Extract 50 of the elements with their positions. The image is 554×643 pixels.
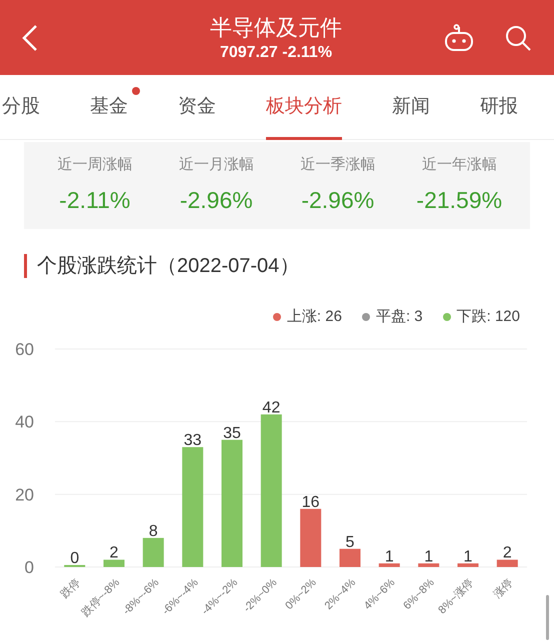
bar-value-label: 2: [502, 544, 512, 562]
return-value: -2.11%: [59, 186, 130, 214]
bar-value-label: 42: [262, 399, 280, 416]
bar-value-label: 1: [464, 548, 472, 566]
scrollbar: [546, 595, 549, 640]
bar-value-label: 16: [302, 494, 320, 511]
return-value: -2.96%: [301, 186, 374, 214]
bar: [104, 560, 124, 567]
bar: [378, 563, 400, 567]
return-label: 近一周涨幅: [57, 155, 132, 175]
tab[interactable]: 分股: [2, 74, 40, 140]
legend-label: 下跌: 120: [456, 306, 520, 327]
bar-value-label: 1: [384, 548, 394, 566]
tab[interactable]: 基金: [90, 74, 128, 140]
bar: [300, 508, 322, 567]
bar: [458, 563, 478, 567]
y-tick-label: 40: [15, 412, 34, 432]
robot-icon[interactable]: [444, 24, 474, 52]
bar-value-label: 1: [424, 548, 434, 566]
section-title: 个股涨跌统计（2022-07-04）: [37, 254, 300, 279]
bar: [496, 560, 518, 567]
bar: [142, 538, 164, 567]
section-marker: [24, 254, 27, 278]
legend-label: 上涨: 26: [286, 306, 342, 327]
tab[interactable]: 资金: [178, 74, 216, 140]
x-category-label: 涨停: [491, 576, 516, 601]
back-icon[interactable]: [22, 24, 38, 52]
return-value: -21.59%: [416, 186, 502, 214]
x-category-label: 跌停: [58, 576, 83, 601]
return-label: 近一月涨幅: [178, 155, 254, 175]
search-icon[interactable]: [504, 24, 532, 52]
return-label: 近一年涨幅: [422, 155, 497, 175]
index-quote: 7097.27 -2.11%: [220, 42, 332, 62]
bar-value-label: 35: [223, 424, 241, 442]
bar-value-label: 5: [346, 534, 354, 551]
bar-value-label: 0: [70, 550, 80, 567]
bar: [340, 548, 360, 567]
page-title: 半导体及元件: [210, 14, 342, 42]
legend-label: 平盘: 3: [376, 306, 423, 327]
y-tick-label: 20: [15, 485, 34, 504]
bar-value-label: 33: [184, 432, 202, 450]
y-tick-label: 60: [15, 340, 34, 359]
tab[interactable]: 新闻: [392, 74, 430, 140]
return-label: 近一季涨幅: [300, 155, 376, 175]
return-value: -2.96%: [180, 186, 253, 214]
tab[interactable]: 研报: [480, 74, 518, 140]
bar: [418, 563, 440, 567]
y-tick-label: 0: [24, 558, 34, 577]
bar-value-label: 8: [148, 522, 158, 540]
bar-value-label: 2: [110, 544, 118, 562]
